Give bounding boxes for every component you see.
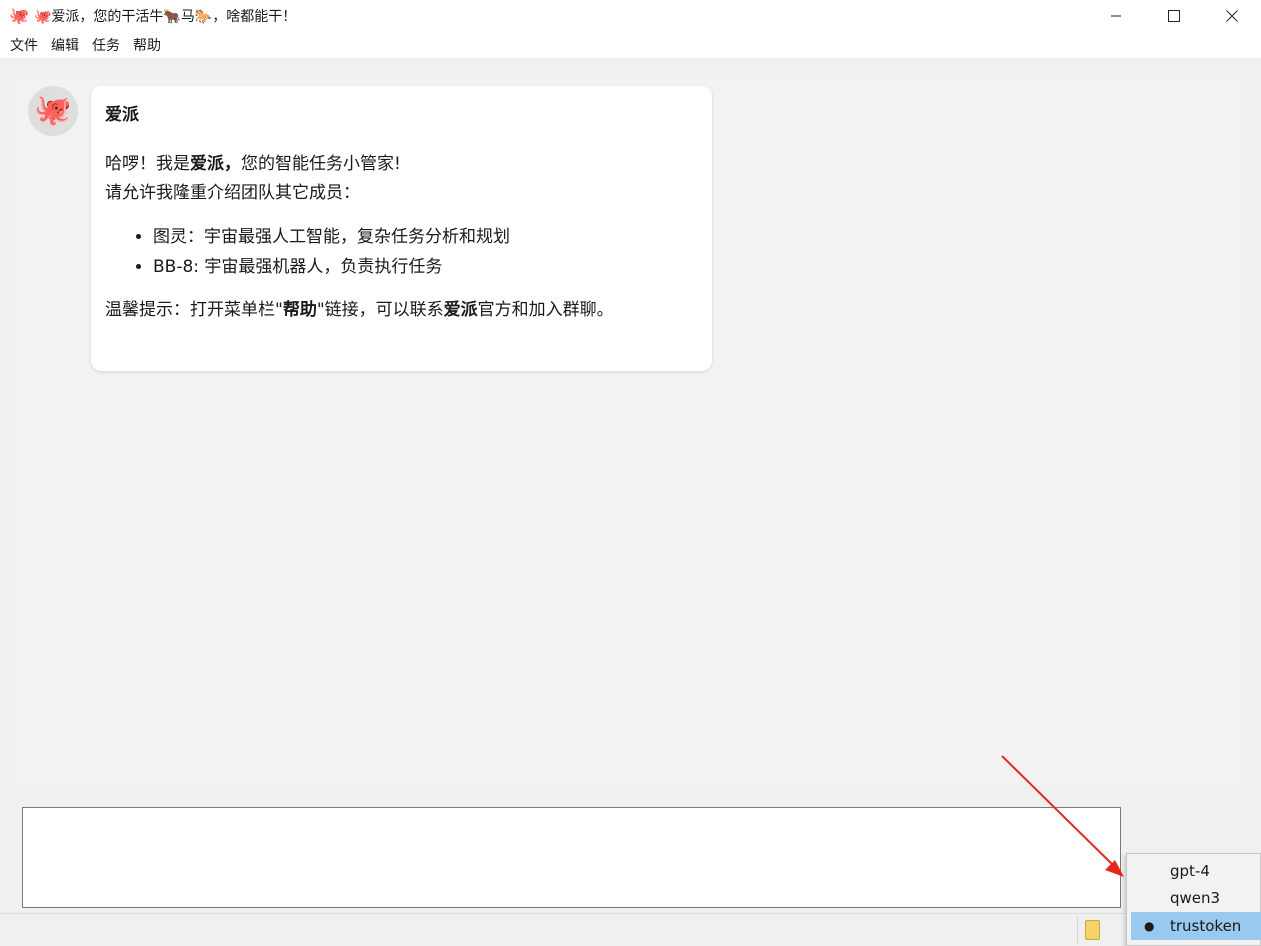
chat-area[interactable]: 🐙 爱派 哈啰！我是爱派，您的智能任务小管家! 请允许我隆重介绍团队其它成员： … bbox=[16, 74, 1246, 786]
close-icon bbox=[1226, 9, 1238, 22]
menu-help[interactable]: 帮助 bbox=[128, 35, 169, 55]
window-controls bbox=[1087, 0, 1261, 31]
menu-bar: 文件 编辑 任务 帮助 bbox=[0, 31, 1261, 58]
model-menu: gpt-4 qwen3 ● trustoken bbox=[1126, 853, 1261, 946]
tip-line: 温馨提示：打开菜单栏"帮助"链接，可以联系爱派官方和加入群聊。 bbox=[105, 300, 614, 320]
list-item: BB-8: 宇宙最强机器人，负责执行任务 bbox=[153, 252, 698, 282]
message-input[interactable] bbox=[22, 807, 1121, 908]
minimize-icon bbox=[1111, 15, 1121, 16]
octopus-icon: 🐙 bbox=[9, 5, 29, 25]
greeting-line: 哈啰！我是爱派，您的智能任务小管家! bbox=[105, 154, 401, 174]
model-option-gpt-4[interactable]: gpt-4 bbox=[1131, 857, 1261, 885]
title-bar: 🐙 🐙爱派，您的干活牛🐂马🐎，啥都能干！ bbox=[0, 0, 1261, 31]
status-divider bbox=[1077, 916, 1078, 944]
close-button[interactable] bbox=[1203, 0, 1261, 31]
intro-line: 请允许我隆重介绍团队其它成员： bbox=[105, 183, 360, 203]
message-sender: 爱派 bbox=[105, 105, 139, 125]
octopus-avatar-icon: 🐙 bbox=[28, 86, 78, 136]
menu-edit[interactable]: 编辑 bbox=[46, 35, 87, 55]
maximize-icon bbox=[1168, 9, 1180, 22]
status-bar bbox=[0, 913, 1261, 946]
menu-file[interactable]: 文件 bbox=[5, 35, 46, 55]
window-title: 🐙爱派，您的干活牛🐂马🐎，啥都能干！ bbox=[34, 8, 297, 25]
maximize-button[interactable] bbox=[1145, 0, 1203, 31]
member-list: 图灵：宇宙最强人工智能，复杂任务分析和规划 BB-8: 宇宙最强机器人，负责执行… bbox=[105, 222, 698, 282]
list-item: 图灵：宇宙最强人工智能，复杂任务分析和规划 bbox=[153, 222, 698, 252]
model-option-qwen3[interactable]: qwen3 bbox=[1131, 884, 1261, 912]
model-option-trustoken[interactable]: ● trustoken bbox=[1131, 912, 1261, 940]
selected-dot-icon: ● bbox=[1144, 919, 1155, 933]
note-icon[interactable] bbox=[1085, 920, 1100, 940]
menu-task[interactable]: 任务 bbox=[87, 35, 128, 55]
minimize-button[interactable] bbox=[1087, 0, 1145, 31]
message-bubble: 爱派 哈啰！我是爱派，您的智能任务小管家! 请允许我隆重介绍团队其它成员： 图灵… bbox=[91, 86, 712, 371]
